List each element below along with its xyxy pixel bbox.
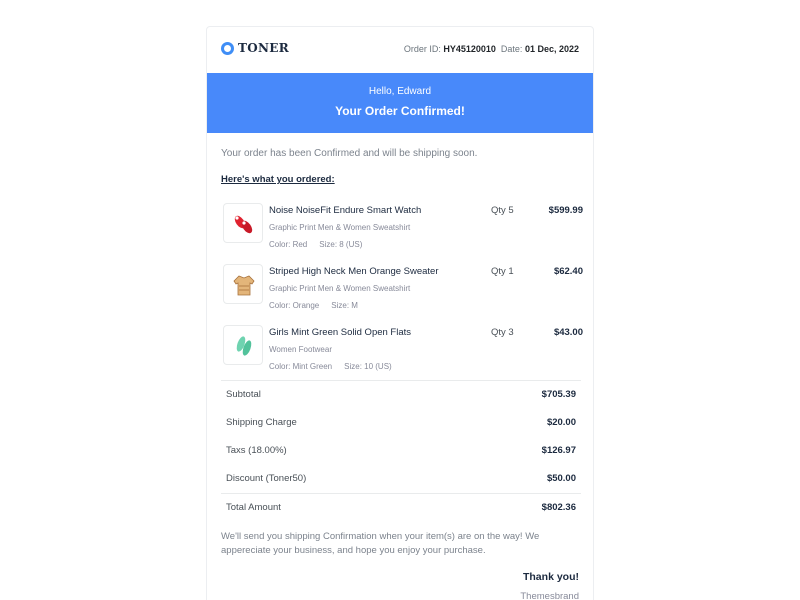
- product-thumbnail[interactable]: [223, 325, 263, 365]
- banner-title: Your Order Confirmed!: [335, 104, 465, 118]
- item-price: $62.40: [553, 266, 583, 277]
- item-size: Size: 10 (US): [344, 362, 392, 371]
- confirmation-banner: Hello, Edward Your Order Confirmed!: [207, 73, 593, 133]
- intro-text: Your order has been Confirmed and will b…: [221, 148, 478, 159]
- item-size: Size: 8 (US): [319, 240, 363, 249]
- item-attributes: Color: Orange Size: M: [269, 301, 358, 310]
- order-id: HY45120010: [443, 44, 496, 54]
- discount-value: $50.00: [546, 473, 576, 484]
- discount-row: Discount (Toner50) $50.00: [226, 473, 576, 487]
- item-subtitle: Women Footwear: [269, 345, 332, 354]
- item-price: $43.00: [553, 327, 583, 338]
- thank-you-text: Thank you!: [522, 571, 579, 583]
- logo-icon: [221, 41, 234, 55]
- item-name: Striped High Neck Men Orange Sweater: [269, 266, 439, 277]
- item-size: Size: M: [331, 301, 358, 310]
- greeting: Hello, Edward: [368, 86, 432, 97]
- shipping-row: Shipping Charge $20.00: [226, 417, 576, 431]
- order-item: Girls Mint Green Solid Open Flats Women …: [223, 325, 583, 377]
- mint-flats-icon: [236, 336, 252, 356]
- order-id-label: Order ID:: [403, 44, 441, 54]
- date-label: Date:: [500, 44, 523, 54]
- discount-label: Discount (Toner50): [226, 473, 307, 484]
- taxes-label: Taxs (18.00%): [226, 445, 287, 456]
- ordered-heading: Here's what you ordered:: [221, 174, 335, 185]
- product-thumbnail[interactable]: [223, 203, 263, 243]
- closing-message: We'll send you shipping Confirmation whe…: [221, 531, 540, 556]
- item-color: Color: Mint Green: [269, 362, 333, 371]
- taxes-row: Taxs (18.00%) $126.97: [226, 445, 576, 459]
- item-quantity: Qty 1: [491, 266, 514, 277]
- toner-logo[interactable]: TONER: [221, 41, 289, 55]
- item-subtitle: Graphic Print Men & Women Sweatshirt: [269, 223, 411, 232]
- order-item: Noise NoiseFit Endure Smart Watch Graphi…: [223, 203, 583, 255]
- item-attributes: Color: Red Size: 8 (US): [269, 240, 362, 249]
- item-price: $599.99: [548, 205, 583, 216]
- total-label: Total Amount: [226, 502, 281, 513]
- logo-text: TONER: [238, 41, 289, 55]
- item-name: Girls Mint Green Solid Open Flats: [269, 327, 412, 338]
- shipping-value: $20.00: [546, 417, 576, 428]
- total-row: Total Amount $802.36: [226, 502, 576, 516]
- item-color: Color: Red: [269, 240, 308, 249]
- shipping-label: Shipping Charge: [226, 417, 297, 428]
- item-attributes: Color: Mint Green Size: 10 (US): [269, 362, 392, 371]
- order-item: Striped High Neck Men Orange Sweater Gra…: [223, 264, 583, 316]
- item-color: Color: Orange: [269, 301, 320, 310]
- sweater-icon: [233, 275, 255, 296]
- taxes-value: $126.97: [541, 445, 576, 456]
- subtotal-row: Subtotal $705.39: [226, 389, 576, 403]
- subtotal-label: Subtotal: [226, 389, 261, 400]
- order-date: 01 Dec, 2022: [524, 44, 579, 54]
- product-thumbnail[interactable]: [223, 264, 263, 304]
- item-quantity: Qty 3: [491, 327, 514, 338]
- total-divider: [221, 493, 581, 494]
- item-name: Noise NoiseFit Endure Smart Watch: [269, 205, 422, 216]
- item-quantity: Qty 5: [491, 205, 514, 216]
- summary-divider: [221, 380, 581, 381]
- item-subtitle: Graphic Print Men & Women Sweatshirt: [269, 284, 411, 293]
- order-confirmation-email: TONER Order ID: HY45120010 Date: 01 Dec,…: [206, 26, 594, 600]
- total-value: $802.36: [541, 502, 576, 513]
- email-header: TONER Order ID: HY45120010 Date: 01 Dec,…: [207, 27, 593, 73]
- red-shoes-icon: [234, 215, 253, 234]
- subtotal-value: $705.39: [541, 389, 576, 400]
- brand-signature: Themesbrand: [520, 591, 579, 600]
- order-meta: Order ID: HY45120010 Date: 01 Dec, 2022: [404, 44, 579, 54]
